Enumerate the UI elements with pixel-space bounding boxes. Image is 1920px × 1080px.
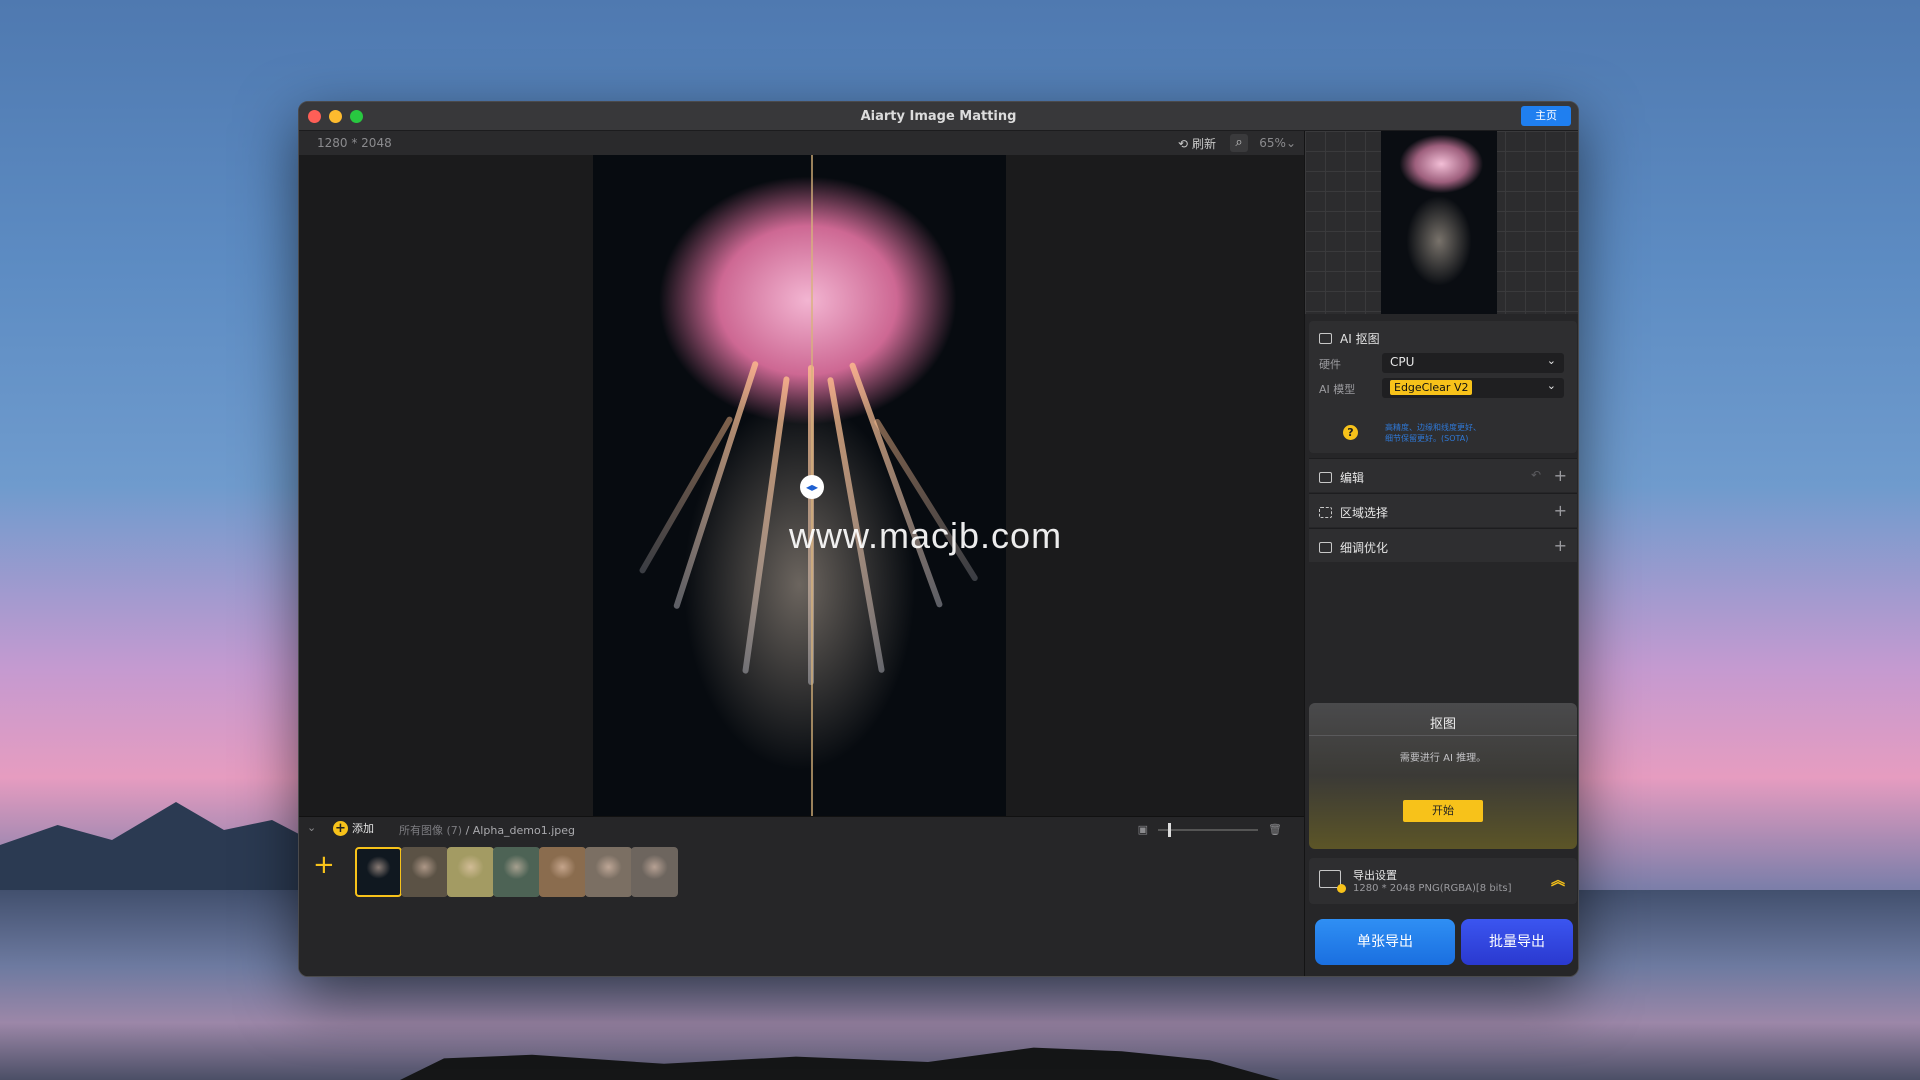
refresh-button[interactable]: ⟲ 刷新 <box>1178 135 1216 152</box>
ai-matting-header: AI 抠图 <box>1319 330 1380 347</box>
export-settings-title: 导出设置 <box>1353 869 1397 882</box>
title-bar: Aiarty Image Matting 主页 <box>299 102 1578 131</box>
refine-label: 细调优化 <box>1340 541 1389 555</box>
thumb-4[interactable] <box>493 847 540 897</box>
thumb-jellyfish[interactable] <box>355 847 402 897</box>
window-title: Aiarty Image Matting <box>860 109 1017 124</box>
refine-section[interactable]: 细调优化 + <box>1309 528 1577 562</box>
export-settings-detail: 1280 * 2048 PNG(RGBA)[8 bits] <box>1353 883 1512 894</box>
region-select-section[interactable]: 区域选择 + <box>1309 493 1577 527</box>
watermark-text: www.macjb.com <box>789 515 1063 556</box>
export-settings[interactable]: 导出设置 1280 * 2048 PNG(RGBA)[8 bits] ︽ <box>1309 858 1577 904</box>
breadcrumb-all-images[interactable]: 所有图像 (7) <box>399 824 462 837</box>
background-mountains <box>0 802 320 890</box>
hardware-select[interactable]: CPU ⌄ <box>1382 353 1564 373</box>
image-icon <box>1319 333 1332 344</box>
batch-export-button[interactable]: 批量导出 <box>1461 919 1573 965</box>
single-export-button[interactable]: 单张导出 <box>1315 919 1455 965</box>
image-icon: ▣ <box>1137 823 1149 836</box>
marquee-icon <box>1319 507 1332 518</box>
add-image-plus-icon[interactable]: + <box>313 852 335 878</box>
expand-plus-icon[interactable]: + <box>1554 501 1567 520</box>
export-settings-icon <box>1319 870 1346 893</box>
undo-icon[interactable]: ↶ <box>1531 468 1541 482</box>
help-icon[interactable]: ? <box>1343 425 1358 440</box>
chevron-up-icon[interactable]: ︽ <box>1551 870 1565 890</box>
refresh-label: 刷新 <box>1191 137 1216 151</box>
thumb-2[interactable] <box>401 847 448 897</box>
model-description-line-2: 细节保留更好。(SOTA) <box>1385 434 1469 443</box>
preview-pane <box>1305 131 1578 314</box>
slider-knob[interactable] <box>1168 822 1172 837</box>
collapse-chevron-icon[interactable]: ⌄ <box>307 821 316 834</box>
thumbnail-strip: + <box>299 840 1304 976</box>
compare-slider-handle[interactable]: ◂▸ <box>800 475 824 499</box>
edit-header: 编辑 <box>1319 469 1364 486</box>
thumb-5[interactable] <box>539 847 586 897</box>
edit-section[interactable]: 编辑 ↶ + <box>1309 458 1577 492</box>
matting-panel: 抠图 需要进行 AI 推理。 开始 <box>1309 703 1577 849</box>
plus-circle-icon: + <box>333 820 348 836</box>
app-window: Aiarty Image Matting 主页 1280 * 2048 ⟲ 刷新… <box>298 101 1579 977</box>
chevron-down-icon: ⌄ <box>1546 354 1556 367</box>
canvas-toolbar: 1280 * 2048 ⟲ 刷新 ⌕ 65%⌄ <box>299 131 1304 155</box>
zoom-select[interactable]: 65%⌄ <box>1259 136 1296 150</box>
chevron-down-icon: ⌄ <box>1285 136 1296 150</box>
expand-plus-icon[interactable]: + <box>1554 536 1567 555</box>
ai-model-select[interactable]: EdgeClear V2 ⌄ <box>1382 378 1564 398</box>
ai-model-label: AI 模型 <box>1319 383 1356 396</box>
thumb-bicycle[interactable] <box>447 847 494 897</box>
breadcrumb: 所有图像 (7) / Alpha_demo1.jpeg <box>399 822 575 838</box>
magnifier-icon[interactable]: ⌕ <box>1230 134 1248 152</box>
chevron-down-icon: ⌄ <box>1546 379 1556 392</box>
matting-message: 需要进行 AI 推理。 <box>1399 753 1487 764</box>
right-panel: AI 抠图 硬件 CPU ⌄ AI 模型 EdgeClear V2 ⌄ ? 高精… <box>1304 131 1578 976</box>
hardware-value: CPU <box>1390 355 1415 369</box>
hardware-label: 硬件 <box>1319 358 1341 371</box>
refine-header: 细调优化 <box>1319 539 1388 556</box>
file-bar: ⌄ + 添加 所有图像 (7) / Alpha_demo1.jpeg ▣ 🗑 <box>299 816 1304 840</box>
breadcrumb-current-file: / Alpha_demo1.jpeg <box>465 824 576 837</box>
preview-image <box>1381 131 1497 314</box>
ai-matting-section: AI 抠图 硬件 CPU ⌄ AI 模型 EdgeClear V2 ⌄ ? 高精… <box>1309 321 1577 453</box>
image-canvas[interactable]: ◂▸ www.macjb.com <box>299 155 1304 816</box>
main-area: 1280 * 2048 ⟲ 刷新 ⌕ 65%⌄ ◂▸ www.macjb.com <box>299 131 1304 976</box>
image-dimensions: 1280 * 2048 <box>317 136 392 150</box>
region-select-label: 区域选择 <box>1340 506 1389 520</box>
trash-icon[interactable]: 🗑 <box>1268 823 1282 836</box>
refresh-icon: ⟲ <box>1177 136 1188 151</box>
thumbnail-size-slider[interactable] <box>1158 822 1259 837</box>
home-button[interactable]: 主页 <box>1521 106 1571 126</box>
thumbnail-size-control: ▣ 🗑 <box>1137 822 1282 837</box>
divider <box>1309 735 1577 736</box>
add-button[interactable]: + 添加 <box>333 820 374 836</box>
region-select-header: 区域选择 <box>1319 504 1388 521</box>
expand-plus-icon[interactable]: + <box>1554 466 1567 485</box>
zoom-value: 65% <box>1259 136 1286 150</box>
edit-label: 编辑 <box>1340 471 1365 485</box>
crop-icon <box>1319 472 1332 483</box>
refine-icon <box>1319 542 1332 553</box>
model-description: 高精度、边缘和线度更好、 细节保留更好。(SOTA) <box>1385 422 1481 444</box>
model-description-line-1: 高精度、边缘和线度更好、 <box>1385 423 1481 432</box>
ai-matting-title: AI 抠图 <box>1340 332 1380 346</box>
export-buttons: 单张导出 批量导出 <box>1315 919 1577 965</box>
start-button[interactable]: 开始 <box>1403 800 1483 822</box>
thumb-6[interactable] <box>585 847 632 897</box>
add-label: 添加 <box>352 822 374 835</box>
thumb-7[interactable] <box>631 847 678 897</box>
matting-title: 抠图 <box>1429 717 1456 732</box>
ai-model-value: EdgeClear V2 <box>1390 380 1473 395</box>
